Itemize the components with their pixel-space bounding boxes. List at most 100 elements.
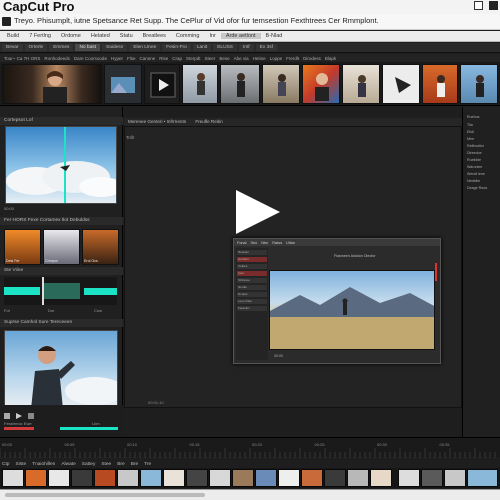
popup-tab[interactable]: Ratos: [272, 241, 282, 245]
timeline-clip[interactable]: [255, 469, 277, 487]
media-tab[interactable]: Blapk: [325, 56, 336, 61]
toolbar-item[interactable]: Bevar: [2, 44, 23, 51]
timeline-tab[interactable]: Tnaiohillen: [32, 462, 55, 467]
media-tab[interactable]: Sterpdt: [186, 56, 201, 61]
media-tab[interactable]: Hyper: [111, 56, 123, 61]
timeline-tab[interactable]: Tre: [144, 462, 151, 467]
media-tab[interactable]: Crap: [172, 56, 182, 61]
timeline-clip[interactable]: [232, 469, 254, 487]
prop-row[interactable]: Ruelidite: [467, 158, 481, 163]
play-icon[interactable]: [236, 190, 280, 234]
media-tab[interactable]: Hetine: [253, 56, 266, 61]
close-icon[interactable]: [489, 1, 498, 10]
timeline-clip[interactable]: [370, 469, 392, 487]
person-clip-preview[interactable]: [4, 330, 118, 408]
menu-b-nlad[interactable]: B-Nlad: [261, 33, 288, 39]
timeline-clip[interactable]: [301, 469, 323, 487]
viewer-tab[interactable]: Freufle Reitin: [195, 119, 222, 124]
media-tab[interactable]: Frerdlt: [286, 56, 299, 61]
media-tab[interactable]: Steer: [205, 56, 216, 61]
effect-thumb[interactable]: Erol Ocs: [82, 229, 119, 265]
menu-arde-aetlont[interactable]: Arde aetlont: [220, 33, 261, 39]
timeline-tab[interactable]: Alwate: [61, 462, 75, 467]
media-tab[interactable]: Abe via: [234, 56, 249, 61]
media-thumb[interactable]: [262, 64, 300, 104]
effect-thumb[interactable]: Chmpor: [43, 229, 80, 265]
popup-side-item[interactable]: Restiam: [237, 250, 267, 255]
timeline-tab[interactable]: Sattey: [82, 462, 96, 467]
popup-tab[interactable]: Fonal: [237, 241, 247, 245]
timeline-clip[interactable]: [25, 469, 47, 487]
menu-comming[interactable]: Comming: [171, 33, 205, 39]
media-thumb[interactable]: [302, 64, 340, 104]
prop-row[interactable]: Waronlee: [467, 165, 482, 170]
prop-row[interactable]: Elldl: [467, 130, 474, 135]
media-tab[interactable]: Rise: [159, 56, 168, 61]
popup-tools[interactable]: Flasmeen Aidoton Oleofor: [334, 254, 376, 258]
media-tab[interactable]: Dirodess: [303, 56, 321, 61]
popup-side-item[interactable]: Faraeltin: [237, 306, 267, 311]
media-tab[interactable]: Bese: [219, 56, 229, 61]
prop-row[interactable]: Deage Rooa: [467, 186, 487, 191]
timeline-clip[interactable]: [163, 469, 185, 487]
timeline-clip[interactable]: [71, 469, 93, 487]
media-tab[interactable]: Tour~ Ca 7H ORS: [4, 56, 40, 61]
timeline-tab[interactable]: Bre: [131, 462, 138, 467]
media-tab[interactable]: Ronhodeeds: [44, 56, 70, 61]
popup-side-item[interactable]: Aanr: [237, 271, 267, 276]
timeline-ruler[interactable]: 00:00 00:05 00:10 00:15 00:20 00:25 00:30 00:35: [0, 437, 500, 458]
menu-fertlng[interactable]: 7 Fertlng: [24, 33, 56, 39]
timeline-clip[interactable]: [347, 469, 369, 487]
media-tab[interactable]: Flse: [127, 56, 136, 61]
timeline-clip[interactable]: [467, 469, 498, 487]
toolbar-item[interactable]: ELUSS: [213, 44, 237, 51]
clip-preview[interactable]: [5, 126, 117, 204]
timeline-clip[interactable]: [398, 469, 420, 487]
prop-row[interactable]: Nedeller: [467, 179, 480, 184]
timeline-scrollbar[interactable]: [0, 489, 500, 500]
toolbar-item[interactable]: Ex 3sf: [255, 44, 277, 51]
popup-tab[interactable]: Seo: [251, 241, 258, 245]
timeline-tab[interactable]: Stee: [101, 462, 111, 467]
menu-inr[interactable]: Inr: [204, 33, 220, 39]
video-track[interactable]: [0, 468, 500, 488]
media-thumb[interactable]: [2, 64, 102, 104]
prop-row[interactable]: Ruehos: [467, 115, 479, 120]
menu-build[interactable]: Build: [2, 33, 24, 39]
prop-row[interactable]: Relfimallor: [467, 144, 484, 149]
menu-breatlees[interactable]: Breatlees: [138, 33, 171, 39]
popup-side-item[interactable]: Nerdie: [237, 285, 267, 290]
menu-statu[interactable]: Statu: [115, 33, 138, 39]
toolbar-item[interactable]: Orterle: [24, 44, 48, 51]
popup-side-item[interactable]: Sinfanoe: [237, 278, 267, 283]
toolbar-item[interactable]: Emmes: [49, 44, 74, 51]
toolbar-item[interactable]: Intf: [238, 44, 254, 51]
popup-side-item[interactable]: Dnnplo: [237, 292, 267, 297]
toolbar-item[interactable]: No bast: [75, 44, 101, 51]
timeline-clip[interactable]: [421, 469, 443, 487]
scrollbar-thumb[interactable]: [5, 493, 205, 497]
prop-row[interactable]: Dlreedoe: [467, 151, 482, 156]
media-thumb[interactable]: [382, 64, 420, 104]
menu-helated[interactable]: Helated: [86, 33, 115, 39]
popup-tab[interactable]: Ultan: [286, 241, 295, 245]
timeline-clip[interactable]: [48, 469, 70, 487]
restore-icon[interactable]: [474, 1, 483, 10]
timeline-clip[interactable]: [324, 469, 346, 487]
media-thumb[interactable]: [182, 64, 218, 104]
audio-waveform[interactable]: [4, 277, 117, 305]
prop-row[interactable]: Mee: [467, 137, 474, 142]
media-tab[interactable]: Dare Coorsoode: [74, 56, 107, 61]
popup-side-item[interactable]: Leoy Ftlas: [237, 299, 267, 304]
timeline-tab[interactable]: Siste: [15, 462, 26, 467]
popup-side-item[interactable]: Hevlttes: [237, 257, 267, 262]
popup-tab[interactable]: Nbn: [261, 241, 268, 245]
media-thumb[interactable]: [422, 64, 458, 104]
timeline-clip[interactable]: [94, 469, 116, 487]
menu-ordome[interactable]: Ordome: [56, 33, 86, 39]
media-thumb[interactable]: [342, 64, 380, 104]
timeline-clip[interactable]: [140, 469, 162, 487]
media-thumb[interactable]: [104, 64, 142, 104]
media-thumb[interactable]: [460, 64, 498, 104]
editor-popup[interactable]: Fonal Seo Nbn Ratos Ultan Restiam Hevltt…: [233, 238, 441, 364]
